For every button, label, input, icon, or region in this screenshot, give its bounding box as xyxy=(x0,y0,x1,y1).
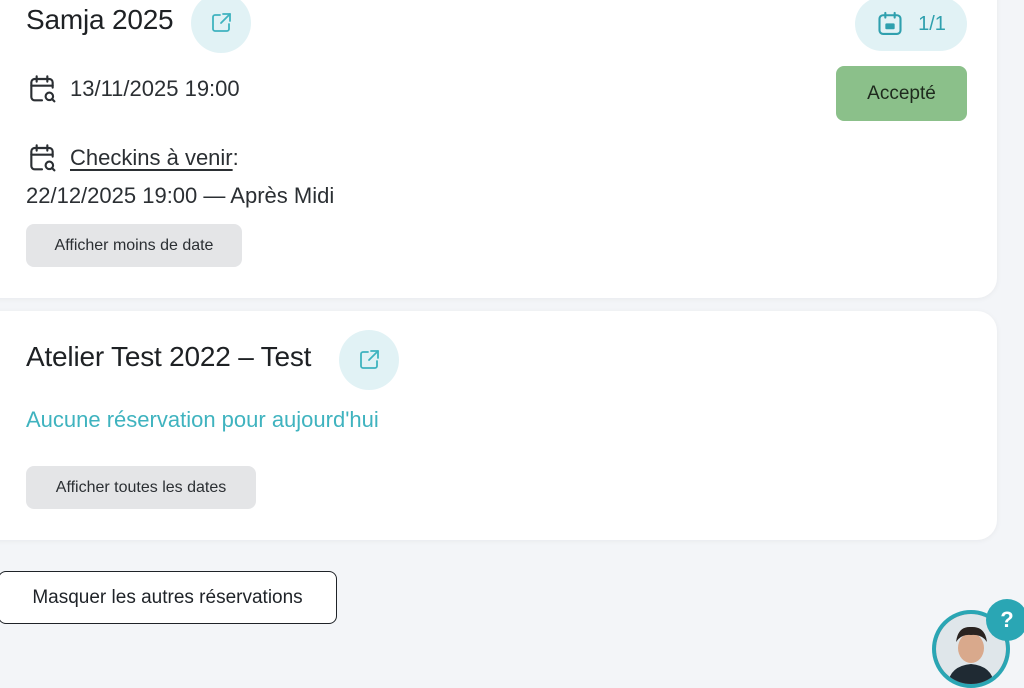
reservation-date: 13/11/2025 19:00 xyxy=(26,73,240,105)
checkin-count-badge: 1/1 xyxy=(855,0,967,51)
external-link-icon xyxy=(360,350,379,369)
checkins-link[interactable]: Checkins à venir xyxy=(70,145,233,171)
checkins-separator: : xyxy=(232,145,239,170)
calendar-icon xyxy=(878,11,902,35)
calendar-search-icon xyxy=(26,73,58,105)
status-badge: Accepté xyxy=(836,66,967,121)
open-external-button[interactable] xyxy=(339,330,399,390)
empty-reservations-message: Aucune réservation pour aujourd'hui xyxy=(26,407,379,432)
date-text: 13/11/2025 19:00 xyxy=(70,76,240,101)
help-button[interactable]: ? xyxy=(986,599,1024,641)
show-fewer-dates-button[interactable]: Afficher moins de date xyxy=(26,224,242,267)
show-all-dates-button[interactable]: Afficher toutes les dates xyxy=(26,466,256,509)
reservation-title: Samja 2025 xyxy=(26,4,174,35)
checkins-heading: Checkins à venir : xyxy=(26,142,239,174)
external-link-icon xyxy=(212,13,231,32)
reservation-card: Atelier Test 2022 – Test Aucune réservat… xyxy=(0,311,997,540)
hide-other-reservations-button[interactable]: Masquer les autres réservations xyxy=(0,571,337,624)
calendar-search-icon xyxy=(26,142,58,174)
open-external-button[interactable] xyxy=(191,0,251,53)
reservation-card: Samja 2025 1/1 Accepté 13/11/2025 19:00 xyxy=(0,0,997,298)
reservation-title: Atelier Test 2022 – Test xyxy=(26,341,312,372)
checkin-entry: 22/12/2025 19:00 — Après Midi xyxy=(26,183,335,208)
checkin-count: 1/1 xyxy=(918,12,946,35)
